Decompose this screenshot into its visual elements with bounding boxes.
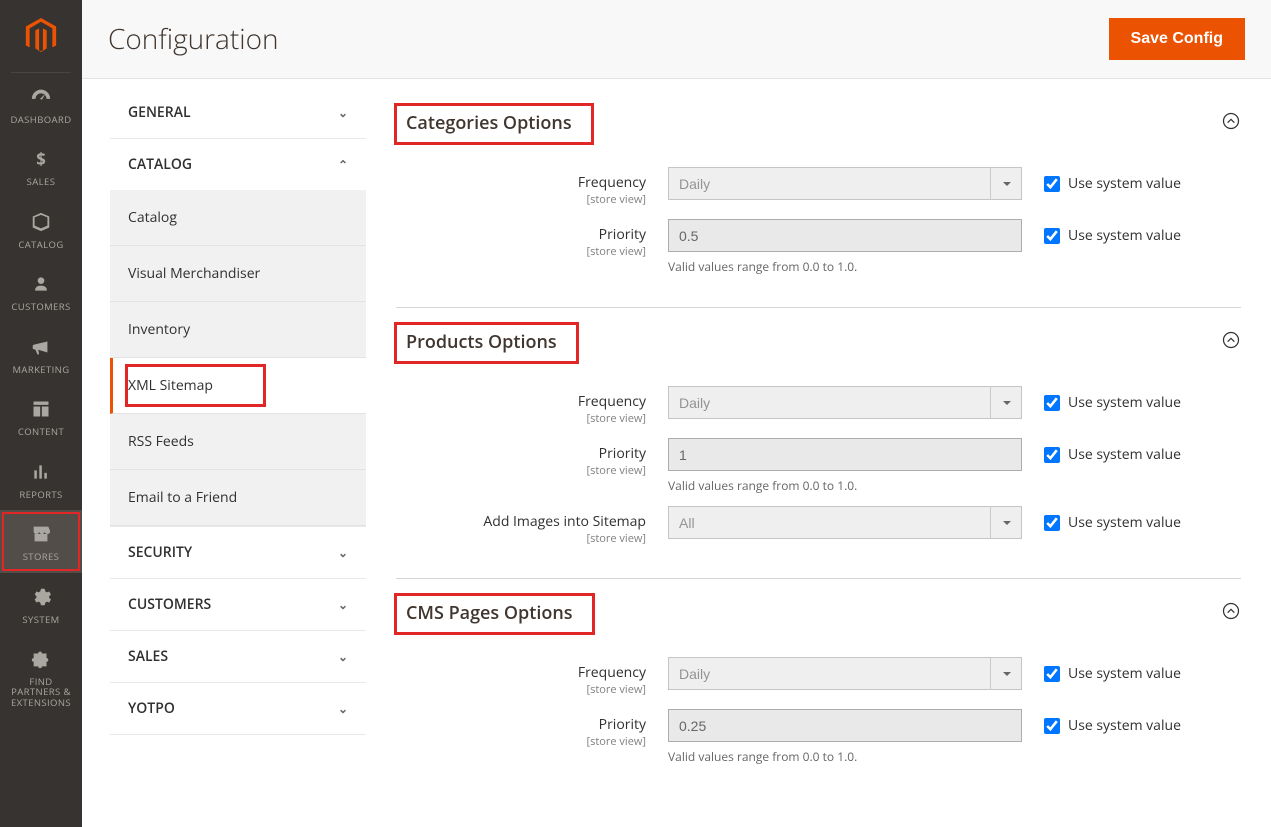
use-system-label: Use system value [1068,716,1181,735]
dashboard-icon [29,85,53,109]
config-group-catalog[interactable]: CATALOG ⌃ [110,139,366,190]
field-scope: [store view] [396,192,646,207]
nav-stores[interactable]: STORES [0,510,82,572]
box-icon [29,210,53,234]
nav-find-partners[interactable]: FIND PARTNERS & EXTENSIONS [0,635,82,718]
field-note: Valid values range from 0.0 to 1.0. [668,252,1022,275]
field-label: Frequency [396,663,646,682]
cms-priority-input[interactable] [668,709,1022,742]
chevron-up-circle-icon [1221,330,1241,350]
products-images-use-system[interactable] [1044,515,1060,531]
chevron-up-circle-icon [1221,111,1241,131]
chevron-down-icon: ⌄ [338,544,348,561]
chevron-up-icon: ⌃ [338,156,348,173]
field-label: Priority [396,444,646,463]
dollar-icon: $ [29,147,53,171]
config-group-general[interactable]: GENERAL ⌄ [110,87,366,138]
field-label: Priority [396,715,646,734]
nav-dashboard[interactable]: DASHBOARD [0,73,82,135]
field-label: Frequency [396,392,646,411]
megaphone-icon [29,335,53,359]
field-label: Add Images into Sitemap [396,512,646,531]
field-label: Frequency [396,173,646,192]
products-priority-input[interactable] [668,438,1022,471]
admin-sidebar: DASHBOARD $ SALES CATALOG CUSTOMERS MARK… [0,0,82,827]
config-group-customers[interactable]: CUSTOMERS ⌄ [110,579,366,630]
use-system-label: Use system value [1068,393,1181,412]
layout-icon [29,397,53,421]
chevron-down-icon: ⌄ [338,596,348,613]
collapse-toggle[interactable] [1221,601,1241,626]
field-note: Valid values range from 0.0 to 1.0. [668,471,1022,494]
categories-frequency-use-system[interactable] [1044,176,1060,192]
field-scope: [store view] [396,244,646,259]
cms-priority-use-system[interactable] [1044,718,1060,734]
use-system-label: Use system value [1068,226,1181,245]
config-panel: Categories Options Frequency [store view… [366,79,1271,827]
collapse-toggle[interactable] [1221,330,1241,355]
use-system-label: Use system value [1068,664,1181,683]
products-frequency-select[interactable]: Daily [668,386,1022,419]
use-system-label: Use system value [1068,174,1181,193]
config-group-sales[interactable]: SALES ⌄ [110,631,366,682]
person-icon [29,272,53,296]
config-item-rss-feeds[interactable]: RSS Feeds [110,414,366,470]
cms-frequency-use-system[interactable] [1044,666,1060,682]
field-scope: [store view] [396,682,646,697]
products-priority-use-system[interactable] [1044,447,1060,463]
categories-priority-use-system[interactable] [1044,228,1060,244]
config-item-catalog[interactable]: Catalog [110,190,366,246]
field-scope: [store view] [396,411,646,426]
config-item-visual-merchandiser[interactable]: Visual Merchandiser [110,246,366,302]
field-label: Priority [396,225,646,244]
nav-content[interactable]: CONTENT [0,385,82,447]
magento-logo[interactable] [0,0,82,72]
categories-frequency-select[interactable]: Daily [668,167,1022,200]
nav-sales[interactable]: $ SALES [0,135,82,197]
section-cms: CMS Pages Options Frequency [store view] [396,579,1241,797]
section-products: Products Options Frequency [store view] [396,308,1241,579]
field-scope: [store view] [396,463,646,478]
use-system-label: Use system value [1068,445,1181,464]
categories-priority-input[interactable] [668,219,1022,252]
puzzle-icon [29,647,53,671]
chevron-down-icon: ⌄ [338,104,348,121]
field-scope: [store view] [396,734,646,749]
chevron-up-circle-icon [1221,601,1241,621]
use-system-label: Use system value [1068,513,1181,532]
store-icon [29,522,53,546]
cms-frequency-select[interactable]: Daily [668,657,1022,690]
products-frequency-use-system[interactable] [1044,395,1060,411]
nav-system[interactable]: SYSTEM [0,573,82,635]
products-images-select[interactable]: All [668,506,1022,539]
magento-logo-icon [23,18,59,54]
config-nav: GENERAL ⌄ CATALOG ⌃ Catalog Visual Merch… [110,79,366,827]
page-title: Configuration [108,20,279,58]
config-item-email-to-friend[interactable]: Email to a Friend [110,470,366,526]
svg-text:$: $ [36,149,46,169]
config-group-yotpo[interactable]: YOTPO ⌄ [110,683,366,734]
chevron-down-icon: ⌄ [338,700,348,717]
chevron-down-icon: ⌄ [338,648,348,665]
nav-marketing[interactable]: MARKETING [0,323,82,385]
section-categories: Categories Options Frequency [store view… [396,89,1241,308]
section-title-cms[interactable]: CMS Pages Options [396,597,583,629]
nav-reports[interactable]: REPORTS [0,448,82,510]
config-item-inventory[interactable]: Inventory [110,302,366,358]
page-header: Configuration Save Config [82,0,1271,79]
field-scope: [store view] [396,531,646,546]
config-group-security[interactable]: SECURITY ⌄ [110,527,366,578]
save-config-button[interactable]: Save Config [1109,18,1245,60]
field-note: Valid values range from 0.0 to 1.0. [668,742,1022,765]
section-title-categories[interactable]: Categories Options [396,107,582,139]
collapse-toggle[interactable] [1221,111,1241,136]
barchart-icon [29,460,53,484]
nav-customers[interactable]: CUSTOMERS [0,260,82,322]
nav-catalog[interactable]: CATALOG [0,198,82,260]
gear-icon [29,585,53,609]
config-item-xml-sitemap[interactable]: XML Sitemap [110,358,366,414]
section-title-products[interactable]: Products Options [396,326,567,358]
